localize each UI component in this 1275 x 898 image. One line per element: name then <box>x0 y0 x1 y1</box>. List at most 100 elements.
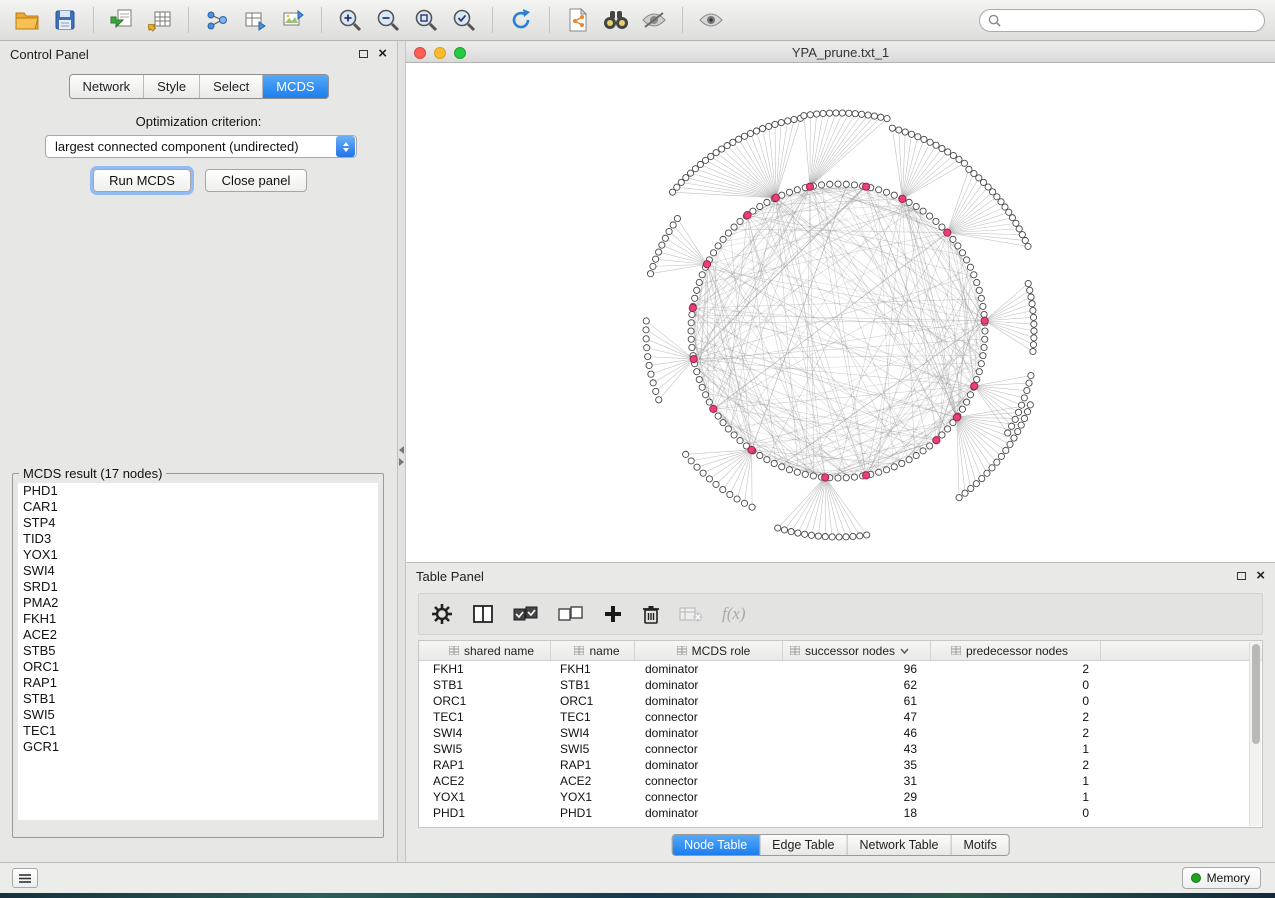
mcds-result-item[interactable]: RAP1 <box>18 675 378 691</box>
mcds-result-list[interactable]: PHD1CAR1STP4TID3YOX1SWI4SRD1PMA2FKH1ACE2… <box>18 483 378 820</box>
header-label: MCDS role <box>692 644 751 658</box>
search-input[interactable] <box>1006 13 1256 27</box>
column-header-successor-nodes[interactable]: successor nodes <box>783 641 931 660</box>
table-row[interactable]: ACE2ACE2connector311 <box>419 773 1262 789</box>
status-menu-button[interactable] <box>12 868 38 888</box>
column-header-predecessor-nodes[interactable]: predecessor nodes <box>931 641 1101 660</box>
collapse-right-icon[interactable] <box>399 458 404 466</box>
close-table-panel-icon[interactable]: × <box>1256 571 1265 581</box>
mcds-result-item[interactable]: ORC1 <box>18 659 378 675</box>
control-panel-title: Control Panel <box>10 47 89 62</box>
tab-edge-table[interactable]: Edge Table <box>760 835 847 855</box>
table-row[interactable]: YOX1YOX1connector291 <box>419 789 1262 805</box>
mcds-result-item[interactable]: FKH1 <box>18 611 378 627</box>
find-button[interactable] <box>599 4 633 36</box>
table-cell: 96 <box>783 662 931 676</box>
scrollbar-thumb[interactable] <box>1252 644 1260 744</box>
zoom-out-button[interactable] <box>371 4 405 36</box>
table-cell: 1 <box>931 774 1101 788</box>
mcds-result-item[interactable]: SWI5 <box>18 707 378 723</box>
mcds-result-item[interactable]: SRD1 <box>18 579 378 595</box>
select-stepper-icon <box>336 136 355 157</box>
mcds-result-item[interactable]: TEC1 <box>18 723 378 739</box>
zoom-fit-button[interactable] <box>409 4 443 36</box>
optimization-criterion-select[interactable]: largest connected component (undirected) <box>45 135 357 158</box>
table-scrollbar[interactable] <box>1249 642 1261 826</box>
close-panel-icon[interactable]: × <box>378 49 387 59</box>
tab-motifs[interactable]: Motifs <box>951 835 1008 855</box>
mcds-result-item[interactable]: STB1 <box>18 691 378 707</box>
table-row[interactable]: TEC1TEC1connector472 <box>419 709 1262 725</box>
open-button[interactable] <box>10 4 44 36</box>
selected-option: largest connected component (undirected) <box>46 139 336 154</box>
table-cell: YOX1 <box>419 790 551 804</box>
table-row[interactable]: STB1STB1dominator620 <box>419 677 1262 693</box>
table-row[interactable]: SWI4SWI4dominator462 <box>419 725 1262 741</box>
table-cell: 61 <box>783 694 931 708</box>
table-cell: SWI5 <box>551 742 635 756</box>
hamburger-icon <box>18 873 32 884</box>
import-network-button[interactable] <box>200 4 234 36</box>
select-all-icon[interactable] <box>513 605 539 623</box>
tab-mcds[interactable]: MCDS <box>263 75 327 98</box>
mcds-result-item[interactable]: STP4 <box>18 515 378 531</box>
import-file-button[interactable] <box>105 4 139 36</box>
mcds-result-item[interactable]: SWI4 <box>18 563 378 579</box>
delete-column-icon[interactable] <box>642 604 660 625</box>
tab-network[interactable]: Network <box>69 75 144 98</box>
table-settings-gear-icon[interactable] <box>431 603 453 625</box>
desktop-wallpaper-sliver <box>0 893 1275 898</box>
table-row[interactable]: RAP1RAP1dominator352 <box>419 757 1262 773</box>
share-document-button[interactable] <box>561 4 595 36</box>
table-row[interactable]: PHD1PHD1dominator180 <box>419 805 1262 821</box>
save-button[interactable] <box>48 4 82 36</box>
control-panel-tabs: Network Style Select MCDS <box>68 74 328 99</box>
tab-network-table[interactable]: Network Table <box>848 835 952 855</box>
table-row[interactable]: ORC1ORC1dominator610 <box>419 693 1262 709</box>
float-table-panel-icon[interactable] <box>1237 572 1246 580</box>
zoom-in-button[interactable] <box>333 4 367 36</box>
import-table-button[interactable] <box>143 4 177 36</box>
memory-button[interactable]: Memory <box>1182 867 1261 889</box>
mcds-result-item[interactable]: CAR1 <box>18 499 378 515</box>
tab-style[interactable]: Style <box>144 75 200 98</box>
table-cell: FKH1 <box>419 662 551 676</box>
mcds-result-item[interactable]: STB5 <box>18 643 378 659</box>
column-header-mcds-role[interactable]: MCDS role <box>635 641 783 660</box>
tab-select[interactable]: Select <box>200 75 263 98</box>
toolbar-separator <box>549 7 550 33</box>
mcds-result-item[interactable]: TID3 <box>18 531 378 547</box>
tab-node-table[interactable]: Node Table <box>672 835 760 855</box>
import-network-icon <box>205 8 229 32</box>
table-row[interactable]: FKH1FKH1dominator962 <box>419 661 1262 677</box>
mcds-result-item[interactable]: PHD1 <box>18 483 378 499</box>
refresh-button[interactable] <box>504 4 538 36</box>
toolbar-separator <box>188 7 189 33</box>
table-cell: RAP1 <box>551 758 635 772</box>
run-mcds-button[interactable]: Run MCDS <box>93 169 191 192</box>
mcds-result-item[interactable]: YOX1 <box>18 547 378 563</box>
import-network-table-button[interactable] <box>238 4 272 36</box>
unselect-all-icon[interactable] <box>558 605 584 623</box>
close-panel-button[interactable]: Close panel <box>205 169 307 192</box>
zoom-selected-button[interactable] <box>447 4 481 36</box>
float-panel-icon[interactable] <box>359 50 368 58</box>
mcds-result-item[interactable]: ACE2 <box>18 627 378 643</box>
zoom-selected-icon <box>451 7 477 33</box>
panel-splitter[interactable] <box>398 41 406 862</box>
hide-details-button[interactable] <box>637 4 671 36</box>
column-header-name[interactable]: name <box>551 641 635 660</box>
mcds-result-item[interactable]: PMA2 <box>18 595 378 611</box>
toolbar-separator <box>93 7 94 33</box>
show-columns-icon[interactable] <box>472 604 494 624</box>
collapse-left-icon[interactable] <box>399 446 404 454</box>
export-image-button[interactable] <box>276 4 310 36</box>
mcds-result-item[interactable]: GCR1 <box>18 739 378 755</box>
column-header-shared-name[interactable]: shared name <box>419 641 551 660</box>
column-grid-icon <box>790 646 800 655</box>
network-canvas[interactable] <box>406 63 1275 561</box>
table-row[interactable]: SWI5SWI5connector431 <box>419 741 1262 757</box>
show-details-button[interactable] <box>694 4 728 36</box>
add-column-icon[interactable] <box>603 604 623 624</box>
table-cell: PHD1 <box>419 806 551 820</box>
